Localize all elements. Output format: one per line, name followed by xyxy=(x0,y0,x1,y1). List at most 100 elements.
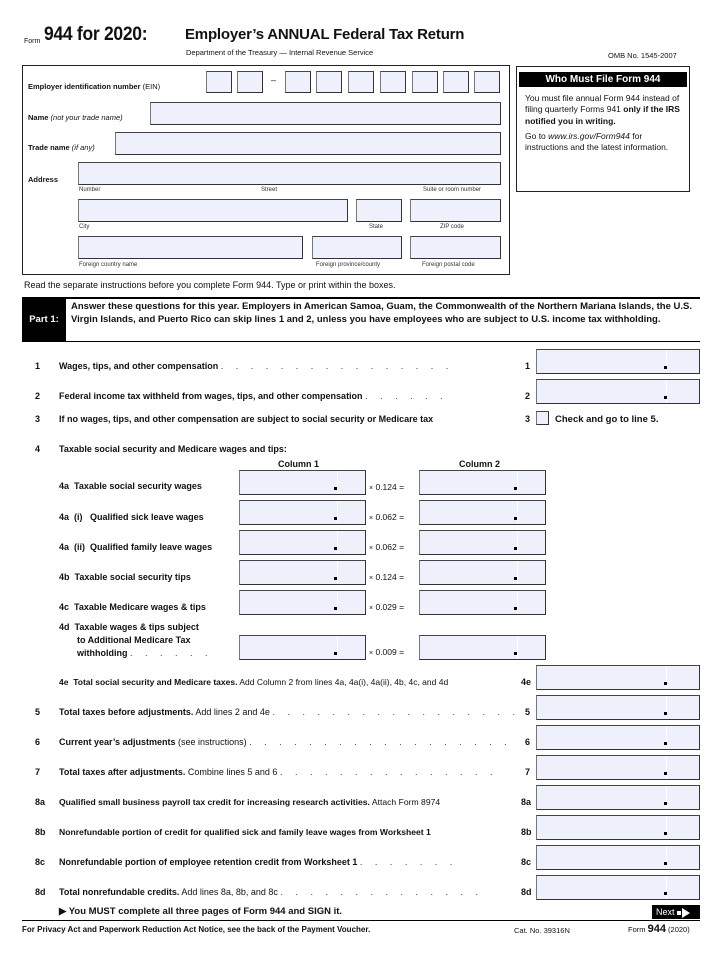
line-4d-text-2: to Additional Medicare Tax xyxy=(77,635,191,645)
line-8d-amount[interactable] xyxy=(536,875,700,900)
line-4a-label: 4a Taxable social security wages xyxy=(59,481,202,491)
line-4e-code: 4e xyxy=(59,677,69,687)
must-complete-notice: ▶ You MUST complete all three pages of F… xyxy=(59,906,343,917)
line-7-amount[interactable] xyxy=(536,755,700,780)
part1-instructions: Answer these questions for this year. Em… xyxy=(71,301,692,325)
line-8b-ref: 8b xyxy=(521,827,532,837)
line-7-text: Total taxes after adjustments. Combine l… xyxy=(59,767,498,777)
line-8d-bold: Total nonrefundable credits. xyxy=(59,887,180,897)
who-must-file-text: You must file annual Form 944 instead of… xyxy=(525,93,685,157)
trade-name-label: Trade name (if any) xyxy=(28,143,95,152)
line-5-ref: 5 xyxy=(525,707,531,717)
line-6-amount[interactable] xyxy=(536,725,700,750)
ein-digit-5[interactable] xyxy=(348,71,374,93)
part1-top-rule xyxy=(22,297,700,299)
part1-tag: Part 1: xyxy=(22,299,66,341)
line-4c-col1[interactable] xyxy=(239,590,366,615)
line-4e-amount[interactable] xyxy=(536,665,700,690)
address-street-field[interactable] xyxy=(78,162,501,185)
footer-year: (2020) xyxy=(668,925,690,934)
line-4a-ii-col2[interactable] xyxy=(419,530,546,555)
line-6-ref: 6 xyxy=(525,737,531,747)
line-4d-col1[interactable] xyxy=(239,635,366,660)
footer-rule xyxy=(22,920,700,921)
line-4d-col2[interactable] xyxy=(419,635,546,660)
ein-digit-4[interactable] xyxy=(316,71,342,93)
line-8b-amount[interactable] xyxy=(536,815,700,840)
line-4a-i-code: 4a (i) xyxy=(59,512,83,522)
line-7-bold: Total taxes after adjustments. xyxy=(59,767,186,777)
who-must-file-heading: Who Must File Form 944 xyxy=(519,72,687,87)
ein-digit-1[interactable] xyxy=(206,71,232,93)
trade-name-field[interactable] xyxy=(115,132,501,155)
line-5-amount[interactable] xyxy=(536,695,700,720)
department: Department of the Treasury — Internal Re… xyxy=(186,48,374,57)
ein-digit-6[interactable] xyxy=(380,71,406,93)
line-4a-i-rate: × 0.062 = xyxy=(369,512,405,522)
line-2-amount[interactable] xyxy=(536,379,700,404)
city-sublabel: City xyxy=(79,224,90,230)
line-6-bold: Current year’s adjustments xyxy=(59,737,176,747)
line-3-check-label: Check and go to line 5. xyxy=(555,414,659,425)
name-label: Name (not your trade name) xyxy=(28,113,123,122)
foreign-province-field[interactable] xyxy=(312,236,402,259)
line-4a-col1[interactable] xyxy=(239,470,366,495)
line-5-text: Total taxes before adjustments. Add line… xyxy=(59,707,520,717)
ein-label: Employer identification number (EIN) xyxy=(28,82,160,91)
line-4d-code: 4d xyxy=(59,622,70,632)
line-4a-rate: × 0.124 = xyxy=(369,482,405,492)
next-button[interactable]: Next xyxy=(652,905,700,919)
line-7-normal: Combine lines 5 and 6 xyxy=(185,767,278,777)
name-field[interactable] xyxy=(150,102,501,125)
who-must-file-box: Who Must File Form 944 You must file ann… xyxy=(516,66,690,192)
line-4a-i-col1[interactable] xyxy=(239,500,366,525)
line-4d-label: 4d Taxable wages & tips subject to Addit… xyxy=(59,622,213,658)
line-4b-col1[interactable] xyxy=(239,560,366,585)
line-4a-i-col2[interactable] xyxy=(419,500,546,525)
line-4a-text: Taxable social security wages xyxy=(74,481,202,491)
line-8a-text: Qualified small business payroll tax cre… xyxy=(59,797,440,807)
line-4b-rate: × 0.124 = xyxy=(369,572,405,582)
zip-field[interactable] xyxy=(410,199,501,222)
line-6-normal: (see instructions) xyxy=(175,737,247,747)
line-8c-ref: 8c xyxy=(521,857,532,867)
foreign-postal-field[interactable] xyxy=(410,236,501,259)
line-4a-ii-col1[interactable] xyxy=(239,530,366,555)
line-8d-number: 8d xyxy=(35,887,46,897)
state-sublabel: State xyxy=(369,224,384,230)
line-4a-col2[interactable] xyxy=(419,470,546,495)
state-field[interactable] xyxy=(356,199,402,222)
line-1-amount[interactable] xyxy=(536,349,700,374)
city-field[interactable] xyxy=(78,199,348,222)
line-3-checkbox[interactable] xyxy=(536,411,549,425)
irs-form944-link[interactable]: www.irs.gov/Form944 xyxy=(548,131,630,141)
foreign-country-field[interactable] xyxy=(78,236,303,259)
line-8b-text: Nonrefundable portion of credit for qual… xyxy=(59,827,431,837)
ein-digit-9[interactable] xyxy=(474,71,500,93)
privacy-notice: For Privacy Act and Paperwork Reduction … xyxy=(22,925,371,934)
line-4e-ref: 4e xyxy=(521,677,532,687)
line-8a-bold: Qualified small business payroll tax cre… xyxy=(59,797,370,807)
omb-number: OMB No. 1545-2007 xyxy=(608,51,677,60)
column-1-header: Column 1 xyxy=(278,459,320,469)
form-title: Employer’s ANNUAL Federal Tax Return xyxy=(185,26,465,43)
line-3-ref: 3 xyxy=(525,414,531,424)
ein-digit-3[interactable] xyxy=(285,71,311,93)
line-2-label: Federal income tax withheld from wages, … xyxy=(59,391,363,401)
line-4a-ii-rate: × 0.062 = xyxy=(369,542,405,552)
line-8b-bold: Nonrefundable portion of credit for qual… xyxy=(59,827,431,837)
zip-sublabel: ZIP code xyxy=(440,224,464,230)
ein-digit-7[interactable] xyxy=(412,71,438,93)
line-4d-text-1: Taxable wages & tips subject xyxy=(74,622,199,632)
ein-digit-8[interactable] xyxy=(443,71,469,93)
line-8d-normal: Add lines 8a, 8b, and 8c xyxy=(179,887,278,897)
ein-digit-2[interactable] xyxy=(237,71,263,93)
ein-label-suffix: (EIN) xyxy=(142,82,161,91)
line-4e-text: 4e Total social security and Medicare ta… xyxy=(59,677,448,687)
line-4b-col2[interactable] xyxy=(419,560,546,585)
line-8a-amount[interactable] xyxy=(536,785,700,810)
foreign-postal-sublabel: Foreign postal code xyxy=(422,262,475,268)
line-4c-code: 4c xyxy=(59,602,70,612)
line-8c-amount[interactable] xyxy=(536,845,700,870)
line-4c-col2[interactable] xyxy=(419,590,546,615)
